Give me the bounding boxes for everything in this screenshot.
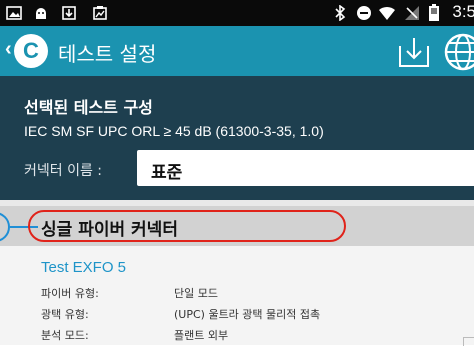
detail-row: 광택 유형: (UPC) 울트라 광택 물리적 접촉: [41, 306, 320, 322]
connector-name-input[interactable]: 표준: [137, 150, 474, 186]
list-item-title[interactable]: Test EXFO 5: [41, 259, 126, 276]
do-not-disturb-icon: [356, 4, 372, 22]
status-time: 3:5: [452, 2, 474, 21]
android-icon: [34, 4, 48, 22]
highlight-oval: [28, 210, 346, 242]
detail-row: 파이버 유형: 단일 모드: [41, 285, 218, 301]
connector-name-label: 커넥터 이름 :: [24, 163, 103, 179]
bluetooth-icon: [334, 4, 346, 22]
detail-value: 단일 모드: [174, 287, 218, 300]
back-chevron-icon[interactable]: ‹: [5, 38, 12, 61]
connector-name-value: 표준: [151, 163, 183, 183]
test-configuration-panel: 선택된 테스트 구성 IEC SM SF UPC ORL ≥ 45 dB (61…: [0, 76, 474, 200]
download-button[interactable]: [396, 36, 432, 68]
config-value: IEC SM SF UPC ORL ≥ 45 dB (61300-3-35, 1…: [24, 123, 324, 139]
detail-value: (UPC) 울트라 광택 물리적 접촉: [174, 308, 321, 321]
gallery-icon: [6, 4, 22, 22]
app-logo[interactable]: C: [14, 34, 48, 68]
detail-value: 플랜트 외부: [174, 329, 229, 342]
no-signal-icon: [404, 4, 420, 22]
page-title: 테스트 설정: [58, 42, 157, 66]
download-icon: [399, 38, 429, 67]
download-icon: [62, 4, 76, 22]
globe-button[interactable]: [443, 32, 474, 72]
detail-label: 광택 유형:: [41, 308, 89, 321]
battery-icon: [428, 4, 440, 22]
detail-label: 분석 모드:: [41, 329, 89, 342]
globe-icon: [444, 33, 474, 71]
detail-label: 파이버 유형:: [41, 287, 99, 300]
action-bar: ‹ C 테스트 설정: [0, 26, 474, 76]
config-heading: 선택된 테스트 구성: [24, 98, 153, 117]
status-bar: 3:5: [0, 0, 474, 26]
clipboard-icon: [92, 4, 108, 22]
logo-letter: C: [23, 38, 39, 63]
wifi-icon: [378, 4, 396, 22]
detail-row: 분석 모드: 플랜트 외부: [41, 327, 228, 343]
connector-list: Test EXFO 5 파이버 유형: 단일 모드 광택 유형: (UPC) 울트라…: [0, 246, 474, 346]
